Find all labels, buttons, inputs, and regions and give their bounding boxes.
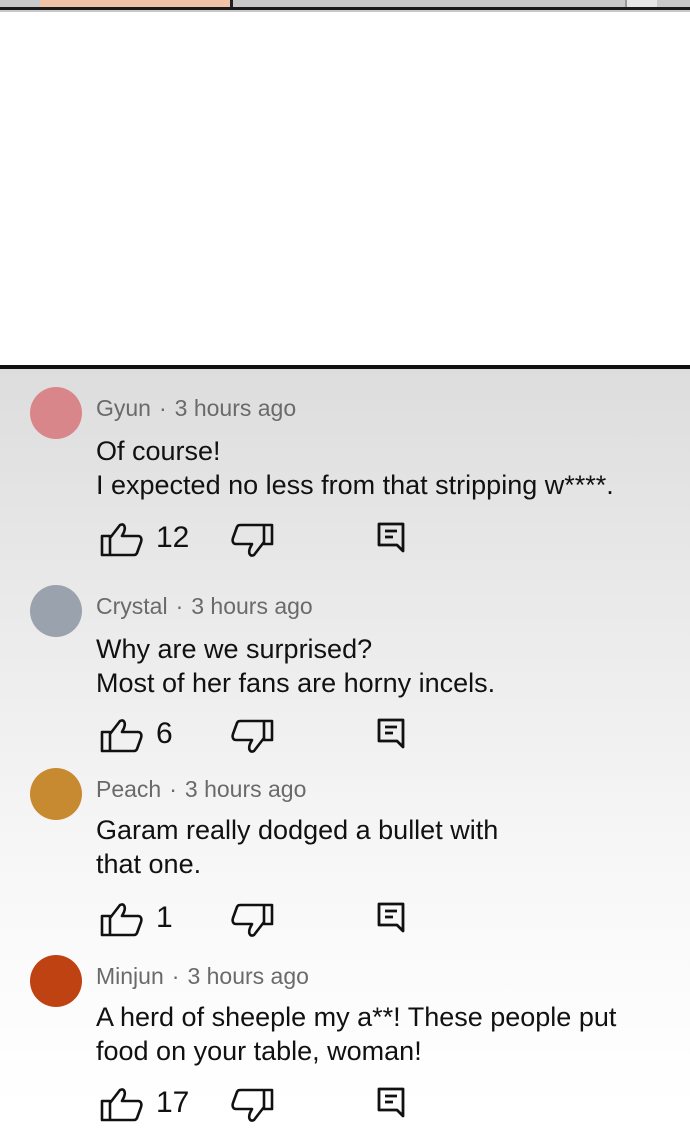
- thumbs-down-icon[interactable]: [230, 523, 274, 564]
- comment-timestamp: 3 hours ago: [191, 593, 313, 619]
- like-count: 6: [156, 717, 173, 750]
- comment-timestamp: 3 hours ago: [174, 395, 297, 421]
- comment-meta: Gyun · 3 hours ago: [96, 395, 296, 422]
- comic-panel-art: [0, 0, 690, 12]
- comment-actions: 12: [96, 519, 416, 559]
- comment-timestamp: 3 hours ago: [187, 963, 309, 989]
- comment-author[interactable]: Crystal: [96, 593, 168, 619]
- comment-author[interactable]: Peach: [96, 776, 161, 802]
- avatar[interactable]: [30, 955, 82, 1007]
- thumbs-down-icon[interactable]: [230, 1088, 274, 1129]
- comment-list: Gyun · 3 hours ago Of course! I expected n…: [0, 369, 690, 1122]
- comment-line: Garam really dodged a bullet with: [96, 815, 499, 845]
- meta-separator: ·: [158, 395, 167, 421]
- comment-text: Why are we surprised? Most of her fans a…: [96, 632, 676, 700]
- comment-line: that one.: [96, 849, 202, 879]
- comment-line: A herd of sheeple my a**! These people p…: [96, 1002, 617, 1032]
- comment-actions: 17: [96, 1084, 416, 1124]
- avatar[interactable]: [30, 585, 82, 637]
- thumbs-up-icon[interactable]: [100, 717, 144, 758]
- comment-meta: Minjun · 3 hours ago: [96, 963, 309, 990]
- reply-icon[interactable]: [376, 901, 406, 942]
- comment-meta: Peach · 3 hours ago: [96, 776, 306, 803]
- comment-author[interactable]: Gyun: [96, 395, 151, 421]
- reply-icon[interactable]: [376, 1086, 406, 1127]
- meta-separator: ·: [169, 776, 177, 802]
- comment-line: Of course!: [96, 436, 221, 466]
- comment-timestamp: 3 hours ago: [184, 776, 307, 802]
- like-count: 17: [156, 1086, 190, 1119]
- comment-actions: 6: [96, 715, 416, 755]
- like-count: 12: [156, 521, 190, 554]
- avatar[interactable]: [30, 387, 82, 439]
- thumbs-up-icon[interactable]: [100, 521, 144, 562]
- thumbs-down-icon[interactable]: [230, 719, 274, 760]
- thumbs-up-icon[interactable]: [100, 901, 144, 942]
- meta-separator: ·: [175, 593, 184, 619]
- comment-line: Most of her fans are horny incels.: [96, 668, 496, 698]
- comment-actions: 1: [96, 899, 416, 939]
- comic-panel: [0, 0, 690, 367]
- reply-icon[interactable]: [376, 521, 406, 562]
- comment-text: A herd of sheeple my a**! These people p…: [96, 1000, 676, 1068]
- comment-line: food on your table, woman!: [96, 1036, 422, 1066]
- comment-text: Garam really dodged a bullet with that o…: [96, 813, 676, 881]
- thumbs-up-icon[interactable]: [100, 1086, 144, 1127]
- comic-panel-border: [0, 7, 690, 10]
- comment-line: I expected no less from that stripping w…: [96, 470, 614, 500]
- comment-meta: Crystal · 3 hours ago: [96, 593, 313, 620]
- comment-author[interactable]: Minjun: [96, 963, 164, 989]
- meta-separator: ·: [171, 963, 180, 989]
- avatar[interactable]: [30, 768, 82, 820]
- comment-line: Why are we surprised?: [96, 634, 373, 664]
- comment-text: Of course! I expected no less from that …: [96, 434, 676, 502]
- thumbs-down-icon[interactable]: [230, 903, 274, 944]
- like-count: 1: [156, 901, 173, 934]
- reply-icon[interactable]: [376, 717, 406, 758]
